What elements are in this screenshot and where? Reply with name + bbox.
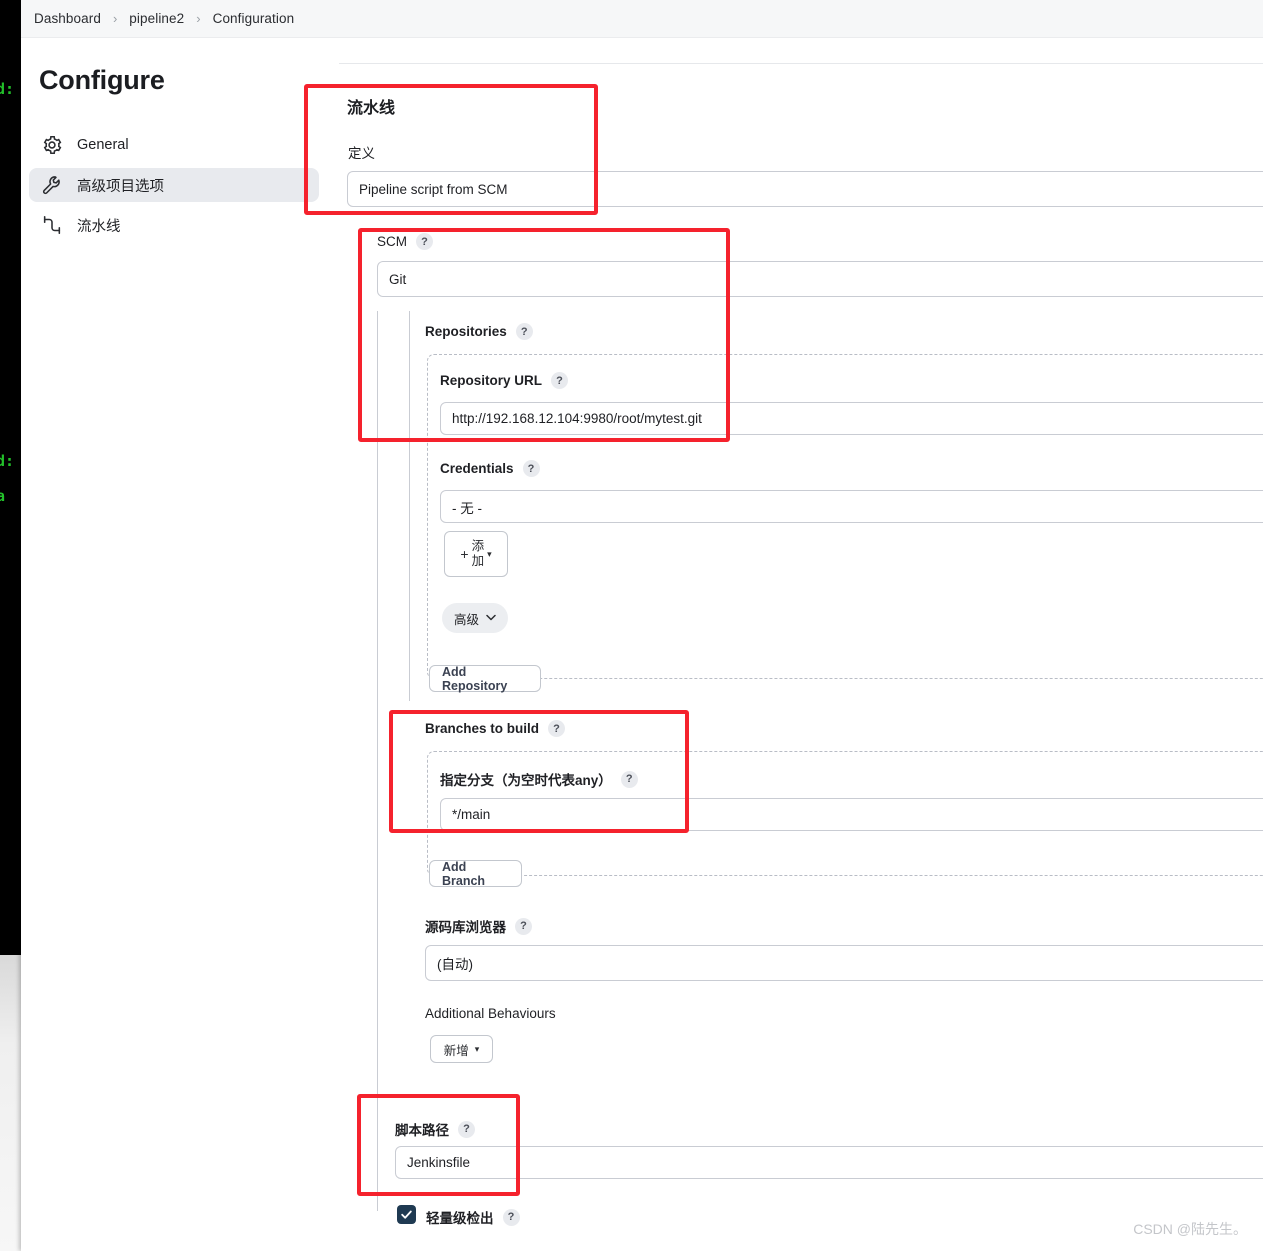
sidebar-item-label: 流水线 [77,218,121,235]
add-repository-label: Add Repository [442,664,508,693]
branch-specifier-value: */main [452,807,491,822]
sidebar-nav: General 高级项目选项 流水线 [29,128,319,248]
chevron-down-icon [486,613,496,624]
tree-connector [409,311,410,701]
add-credentials-label: 添 加 [472,539,485,569]
repository-url-input[interactable]: http://192.168.12.104:9980/root/mytest.g… [440,402,1263,435]
repositories-label: Repositories ? [425,323,533,340]
repository-browser-value: (自动) [437,957,473,972]
breadcrumb: Dashboard › pipeline2 › Configuration [21,0,1263,38]
terminal-text-line: d: [0,80,15,98]
browser-window: Dashboard › pipeline2 › Configuration Co… [21,0,1263,1251]
plus-icon: + [460,546,469,562]
branches-to-build-help-icon[interactable]: ? [548,720,566,737]
additional-behaviours-label-text: Additional Behaviours [425,1006,556,1021]
definition-value: Pipeline script from SCM [359,181,508,197]
breadcrumb-item-configuration[interactable]: Configuration [210,9,298,28]
branches-to-build-label: Branches to build ? [425,720,566,737]
wrench-icon [41,174,63,196]
lightweight-checkout-label: 轻量级检出 ? [426,1207,520,1227]
breadcrumb-separator-icon: › [112,11,118,26]
add-label-line1: 添 [471,539,485,553]
configure-page: Configure General 高级项目选项 流水线 流水线 定义 Pipe… [21,39,1263,1251]
repository-browser-label: 源码库浏览器 ? [425,916,532,936]
repository-url-value: http://192.168.12.104:9980/root/mytest.g… [452,411,702,426]
repositories-label-text: Repositories [425,324,507,339]
add-branch-button[interactable]: Add Branch [429,859,522,888]
add-branch-label: Add Branch [442,859,486,888]
credentials-label-text: Credentials [440,461,514,476]
breadcrumb-item-pipeline2[interactable]: pipeline2 [126,9,187,28]
repository-url-help-icon[interactable]: ? [551,372,569,389]
credentials-label: Credentials ? [440,460,540,477]
branch-specifier-label: 指定分支（为空时代表any） ? [440,769,638,789]
terminal-text-line: a [0,487,6,505]
branch-specifier-input[interactable]: */main [440,798,1263,831]
sidebar-item-general[interactable]: General [29,128,319,162]
repository-url-label: Repository URL ? [440,372,569,389]
lightweight-checkout-label-text: 轻量级检出 [426,1211,494,1226]
scm-label-text: SCM [377,234,407,249]
script-path-label: 脚本路径 ? [395,1119,475,1139]
credentials-value: - 无 - [452,500,482,516]
lightweight-checkout-help-icon[interactable]: ? [502,1208,520,1226]
watermark: CSDN @陆先生。 [1133,1221,1247,1237]
sidebar-item-label: 高级项目选项 [77,178,164,195]
scm-label: SCM ? [377,233,433,250]
repository-browser-help-icon[interactable]: ? [515,917,532,935]
script-path-input[interactable]: Jenkinsfile [395,1146,1263,1179]
add-label-line2: 加 [471,554,485,568]
sidebar-item-advanced-project-options[interactable]: 高级项目选项 [29,168,319,202]
definition-label: 定义 [348,142,375,162]
add-credentials-button[interactable]: + 添 加 ▾ [444,531,508,577]
repository-url-label-text: Repository URL [440,373,543,388]
repository-browser-label-text: 源码库浏览器 [425,920,506,935]
chevron-down-icon: ▾ [474,1043,480,1054]
branch-specifier-label-text: 指定分支（为空时代表any） [440,773,612,788]
sidebar-item-label: General [77,137,129,153]
advanced-toggle-button[interactable]: 高级 [442,603,508,633]
definition-select[interactable]: Pipeline script from SCM [347,171,1263,207]
pipeline-section-title: 流水线 [347,100,396,117]
add-behaviour-label: 新增 [443,1043,469,1058]
gear-icon [41,134,63,156]
breadcrumb-item-dashboard[interactable]: Dashboard [31,9,104,28]
script-path-label-text: 脚本路径 [395,1123,449,1138]
credentials-help-icon[interactable]: ? [522,460,540,477]
script-path-help-icon[interactable]: ? [458,1120,475,1138]
add-behaviour-button[interactable]: 新增 ▾ [430,1035,493,1063]
section-divider [339,63,1263,64]
sidebar-item-pipeline[interactable]: 流水线 [29,208,319,242]
branches-to-build-label-text: Branches to build [425,721,540,736]
definition-label-text: 定义 [348,146,375,161]
scm-select[interactable]: Git [377,261,1263,297]
add-repository-button[interactable]: Add Repository [429,664,541,693]
script-path-value: Jenkinsfile [407,1155,471,1170]
advanced-toggle-label: 高级 [454,612,480,627]
breadcrumb-separator-icon: › [196,11,201,26]
credentials-select[interactable]: - 无 - [440,490,1263,523]
repository-browser-select[interactable]: (自动) [425,945,1263,981]
scm-help-icon[interactable]: ? [416,233,433,250]
additional-behaviours-label: Additional Behaviours [425,1006,556,1021]
pipeline-icon [41,214,63,236]
terminal-text-line: d: [0,452,15,470]
page-title: Configure [39,65,165,95]
branch-specifier-help-icon[interactable]: ? [620,770,638,788]
check-icon [401,1210,412,1219]
repositories-help-icon[interactable]: ? [515,323,533,340]
lightweight-checkout-checkbox[interactable] [397,1205,416,1224]
tree-connector-outer [377,311,378,1211]
scm-value: Git [389,271,407,287]
chevron-down-icon: ▾ [487,548,492,559]
